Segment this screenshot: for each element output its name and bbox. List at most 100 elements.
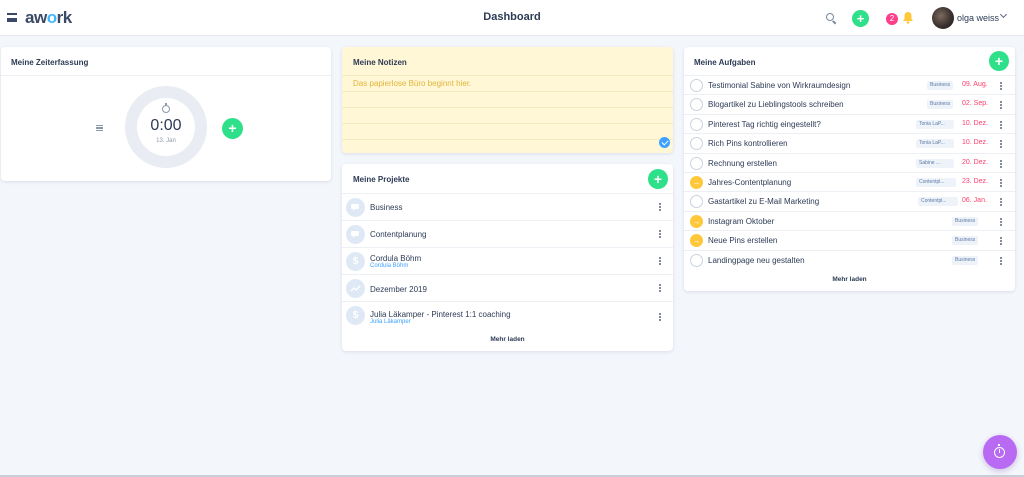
task-name: Rich Pins kontrollieren	[708, 139, 788, 149]
project-name: Julia Läkamper - Pinterest 1:1 coaching	[370, 310, 511, 319]
chat-icon	[346, 198, 365, 217]
add-button[interactable]: +	[852, 10, 869, 27]
project-row[interactable]: Contentplanung	[342, 220, 673, 247]
project-name: Business	[370, 203, 403, 212]
logo-prefix: aw	[25, 8, 47, 27]
avatar[interactable]	[932, 7, 954, 29]
list-icon[interactable]	[96, 125, 103, 131]
projects-load-more[interactable]: Mehr laden	[342, 336, 673, 343]
notification-badge[interactable]: 2	[886, 13, 898, 25]
bell-icon[interactable]	[902, 11, 914, 24]
task-project-tag: Business	[927, 81, 954, 90]
chevron-down-icon[interactable]	[999, 10, 1008, 19]
task-row[interactable]: → Neue Pins erstellen Business	[684, 230, 1015, 249]
project-client: Cordula Böhm	[370, 263, 409, 269]
note-line	[342, 123, 673, 124]
trend-icon	[346, 279, 365, 298]
project-row[interactable]: $ Julia Läkamper - Pinterest 1:1 coachin…	[342, 301, 673, 328]
task-name: Gastartikel zu E-Mail Marketing	[708, 197, 820, 207]
timer-time: 0:00	[150, 117, 182, 134]
task-project-tag: Business	[952, 216, 979, 226]
task-due-date: 02. Sep.	[962, 100, 989, 108]
more-options-icon[interactable]	[1000, 217, 1002, 220]
task-name: Rechnung erstellen	[708, 158, 777, 168]
task-project-tag: Tonia LaP...	[916, 119, 954, 129]
more-options-icon[interactable]	[1000, 198, 1002, 201]
search-icon[interactable]	[826, 13, 834, 21]
task-checkbox[interactable]	[690, 253, 703, 267]
task-due-date: 09. Aug.	[962, 81, 988, 88]
more-options-icon[interactable]	[1000, 237, 1002, 240]
task-row[interactable]: Gastartikel zu E-Mail Marketing Contentp…	[684, 191, 1015, 210]
task-due-date: 06. Jan.	[962, 197, 987, 205]
project-row[interactable]: Business	[342, 193, 673, 220]
task-row[interactable]: → Instagram Oktober Business	[684, 210, 1015, 230]
more-options-icon[interactable]	[1000, 159, 1002, 162]
task-row[interactable]: Testimonial Sabine von Wirkraumdesign Bu…	[684, 75, 1015, 94]
project-client: Julia Läkamper	[370, 319, 411, 325]
task-due-date: 23. Dez.	[962, 178, 989, 185]
note-line	[342, 139, 673, 140]
stopwatch-icon	[162, 103, 170, 113]
more-options-icon[interactable]	[659, 257, 661, 259]
user-name[interactable]: olga weiss	[957, 13, 999, 23]
more-options-icon[interactable]	[1000, 256, 1002, 259]
task-row[interactable]: → Jahres-Contentplanung Contentpl... 23.…	[684, 172, 1015, 191]
more-options-icon[interactable]	[659, 203, 661, 205]
note-text[interactable]: Das papierlose Büro beginnt hier.	[353, 79, 471, 88]
logo-suffix: rk	[56, 8, 73, 27]
task-row[interactable]: Rich Pins kontrollieren Tonia LaP... 10.…	[684, 133, 1015, 152]
task-name: Jahres-Contentplanung	[708, 178, 792, 187]
page-title: Dashboard	[483, 11, 541, 23]
chat-icon	[346, 225, 365, 244]
task-name: Landingpage neu gestalten	[708, 255, 805, 265]
task-project-tag: Business	[927, 100, 954, 110]
add-time-button[interactable]: +	[222, 118, 243, 139]
task-row[interactable]: Blogartikel zu Lieblingstools schreiben …	[684, 94, 1015, 113]
card-divider	[1, 75, 331, 76]
arrow-right-icon[interactable]: →	[690, 176, 703, 189]
add-task-button[interactable]: +	[989, 51, 1009, 71]
menu-icon[interactable]	[7, 13, 17, 22]
more-options-icon[interactable]	[1000, 140, 1002, 143]
task-due-date: 20. Dez.	[962, 158, 989, 166]
note-line	[342, 75, 673, 76]
more-options-icon[interactable]	[659, 284, 661, 286]
timer-fab-button[interactable]	[983, 435, 1017, 469]
more-options-icon[interactable]	[1000, 101, 1002, 104]
task-project-tag: Business	[952, 255, 979, 265]
arrow-right-icon[interactable]: →	[690, 234, 703, 248]
more-options-icon[interactable]	[659, 230, 661, 232]
more-options-icon[interactable]	[1000, 120, 1002, 123]
task-checkbox[interactable]	[690, 137, 703, 151]
task-due-date: 10. Dez.	[962, 119, 989, 127]
task-checkbox[interactable]	[690, 79, 703, 92]
task-name: Blogartikel zu Lieblingstools schreiben	[708, 100, 844, 110]
task-project-tag: Business	[952, 236, 979, 246]
check-icon[interactable]	[659, 137, 670, 148]
task-row[interactable]: Rechnung erstellen Sabine ... 20. Dez.	[684, 152, 1015, 172]
add-project-button[interactable]: +	[648, 169, 668, 189]
task-checkbox[interactable]	[690, 98, 703, 112]
task-checkbox[interactable]	[690, 195, 703, 209]
task-project-tag: Contentpl...	[918, 197, 958, 207]
task-checkbox[interactable]	[690, 117, 703, 131]
task-project-tag: Contentpl...	[916, 178, 956, 187]
task-checkbox[interactable]	[690, 156, 703, 170]
project-row[interactable]: Dezember 2019	[342, 274, 673, 301]
project-row[interactable]: $ Cordula Böhm Cordula Böhm	[342, 247, 673, 274]
tasks-load-more[interactable]: Mehr laden	[684, 276, 1015, 283]
top-bar: awork Dashboard + 2 olga weiss	[0, 0, 1024, 36]
dollar-icon: $	[346, 306, 365, 325]
task-row[interactable]: Pinterest Tag richtig eingestellt? Tonia…	[684, 113, 1015, 133]
task-row[interactable]: Landingpage neu gestalten Business	[684, 249, 1015, 269]
project-name: Dezember 2019	[370, 285, 427, 294]
timer-date: 13. Jan	[156, 138, 176, 144]
logo[interactable]: awork	[25, 8, 72, 28]
task-name: Pinterest Tag richtig eingestellt?	[708, 119, 821, 129]
more-options-icon[interactable]	[659, 313, 661, 315]
more-options-icon[interactable]	[1000, 179, 1002, 181]
more-options-icon[interactable]	[1000, 82, 1002, 84]
arrow-right-icon[interactable]: →	[690, 214, 703, 228]
task-name: Testimonial Sabine von Wirkraumdesign	[708, 81, 851, 90]
